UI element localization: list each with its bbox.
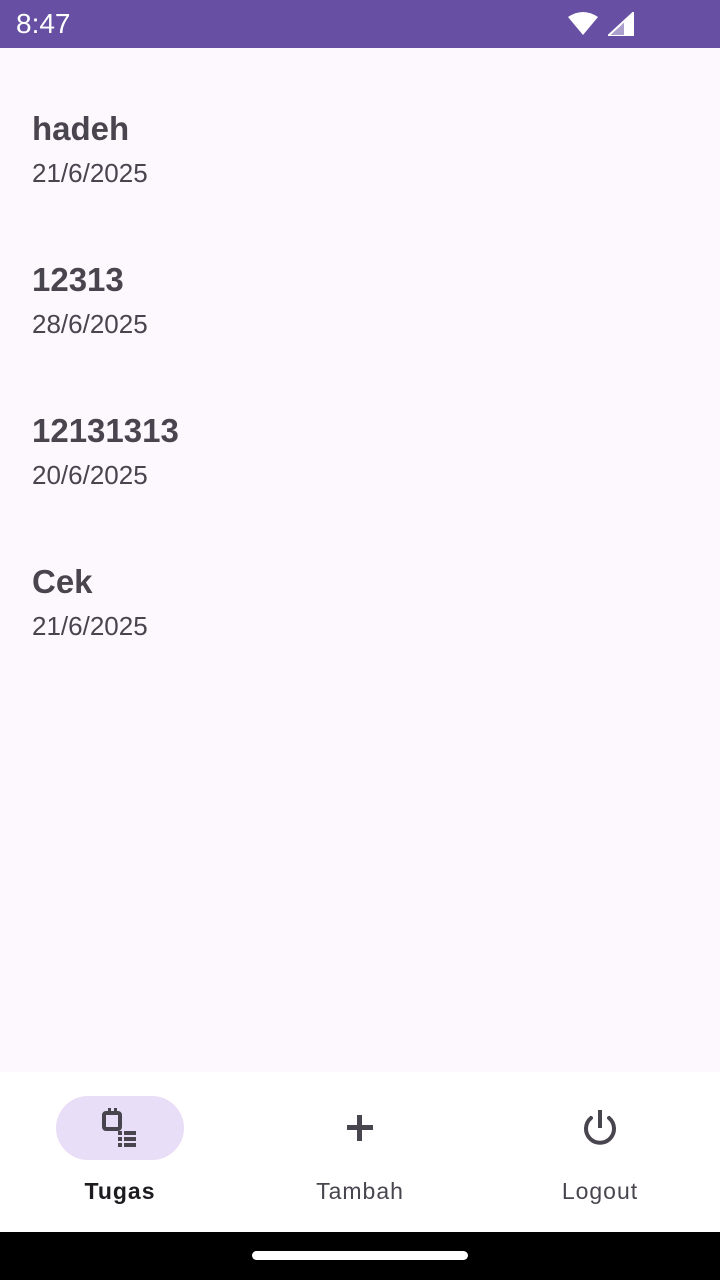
task-title: hadeh xyxy=(32,110,130,147)
power-icon xyxy=(580,1106,620,1150)
bottom-navigation: Tugas Tambah Logout xyxy=(0,1072,720,1232)
nav-label-tambah: Tambah xyxy=(316,1178,404,1204)
task-item[interactable]: hadeh 21/6/2025 xyxy=(32,72,688,212)
task-item[interactable]: 12131313 20/6/2025 xyxy=(32,374,688,514)
task-title: 12131313 xyxy=(32,412,179,449)
task-title: Cek xyxy=(32,563,93,600)
task-item[interactable]: 12313 28/6/2025 xyxy=(32,223,688,363)
system-navigation-bar xyxy=(0,1232,720,1280)
wifi-icon xyxy=(568,12,598,41)
task-date: 20/6/2025 xyxy=(32,460,148,490)
task-list: hadeh 21/6/2025 12313 28/6/2025 12131313… xyxy=(0,48,720,1072)
task-date: 21/6/2025 xyxy=(32,611,148,641)
status-bar: 8:47 xyxy=(0,0,720,48)
task-title: 12313 xyxy=(32,261,124,298)
status-time: 8:47 xyxy=(16,8,71,39)
status-icons xyxy=(568,9,635,41)
task-date: 28/6/2025 xyxy=(32,309,148,339)
nav-item-logout[interactable]: Logout xyxy=(480,1072,720,1232)
task-item[interactable]: Cek 21/6/2025 xyxy=(32,525,688,665)
cellular-signal-icon xyxy=(605,9,635,41)
gesture-handle[interactable] xyxy=(252,1251,468,1260)
nav-item-tugas[interactable]: Tugas xyxy=(0,1072,240,1232)
nav-item-tambah[interactable]: Tambah xyxy=(240,1072,480,1232)
task-date: 21/6/2025 xyxy=(32,158,148,188)
nav-label-logout: Logout xyxy=(561,1178,639,1204)
nav-label-tugas: Tugas xyxy=(84,1178,156,1204)
task-list-icon xyxy=(100,1106,140,1150)
plus-icon xyxy=(340,1106,380,1150)
